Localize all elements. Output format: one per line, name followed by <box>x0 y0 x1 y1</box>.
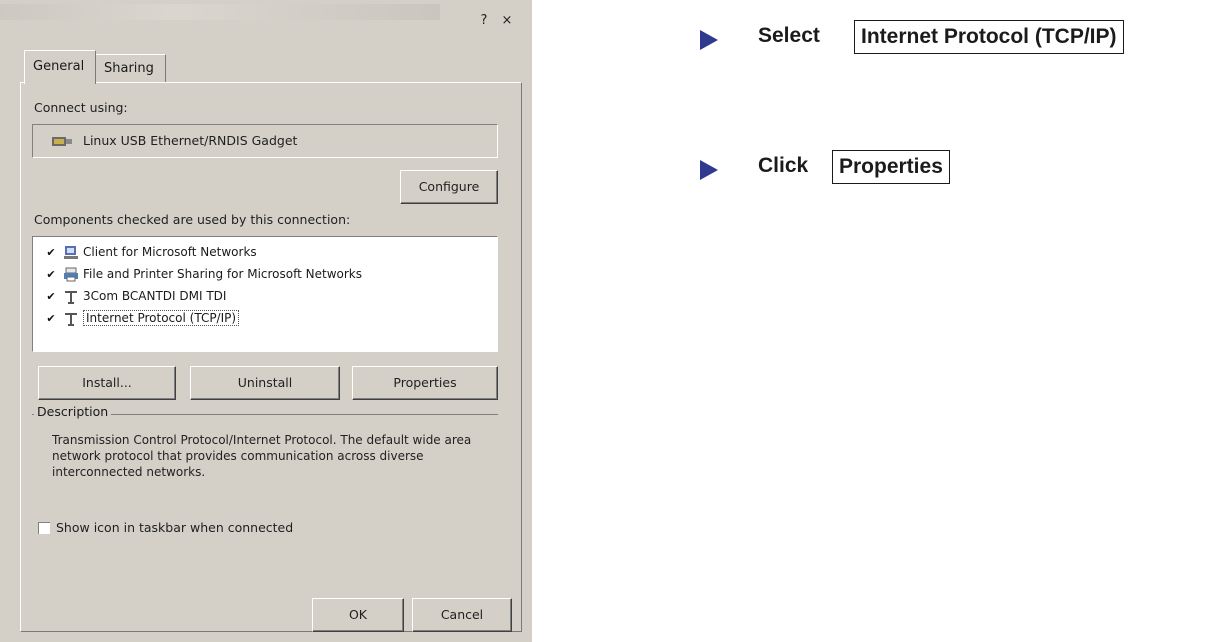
components-label: Components checked are used by this conn… <box>34 212 351 227</box>
list-item[interactable]: ✔ Client for Microsoft Networks <box>45 243 485 263</box>
description-legend: Description <box>34 404 112 419</box>
list-item[interactable]: ✔ 3Com BCANTDI DMI TDI <box>45 287 485 307</box>
properties-button[interactable]: Properties <box>352 366 498 400</box>
show-icon-checkbox[interactable] <box>38 522 50 534</box>
show-icon-label: Show icon in taskbar when connected <box>56 520 294 535</box>
checkbox-checked[interactable]: ✔ <box>45 313 57 325</box>
instruction-target: Properties <box>832 150 950 184</box>
configure-button[interactable]: Configure <box>400 170 498 204</box>
title-bar-strip <box>0 4 440 20</box>
checkbox-checked[interactable]: ✔ <box>45 269 57 281</box>
list-item[interactable]: ✔ File and Printer Sharing for Microsoft… <box>45 265 485 285</box>
instruction-target: Internet Protocol (TCP/IP) <box>854 20 1124 54</box>
arrow-right-icon <box>700 160 718 180</box>
item-label: File and Printer Sharing for Microsoft N… <box>83 267 362 281</box>
list-item-selected[interactable]: ✔ Internet Protocol (TCP/IP) <box>45 309 485 329</box>
instruction-verb: Select <box>758 24 820 47</box>
title-bar: ? × <box>0 0 532 34</box>
checkbox-checked[interactable]: ✔ <box>45 247 57 259</box>
printer-sharing-icon <box>64 267 78 282</box>
cancel-button[interactable]: Cancel <box>412 598 512 632</box>
description-text: Transmission Control Protocol/Internet P… <box>52 433 472 479</box>
adapter-field: Linux USB Ethernet/RNDIS Gadget <box>32 124 498 158</box>
protocol-icon <box>65 291 77 304</box>
tab-general[interactable]: General <box>24 50 96 84</box>
adapter-name: Linux USB Ethernet/RNDIS Gadget <box>83 133 298 148</box>
local-area-connection-properties-dialog: ? × General Sharing Connect using: Linux… <box>0 0 532 642</box>
close-button[interactable]: × <box>497 12 517 30</box>
protocol-icon <box>65 313 77 326</box>
tab-sharing[interactable]: Sharing <box>96 54 166 82</box>
item-label: Internet Protocol (TCP/IP) <box>83 310 240 326</box>
item-label: 3Com BCANTDI DMI TDI <box>83 289 227 303</box>
install-button[interactable]: Install... <box>38 366 176 400</box>
arrow-right-icon <box>700 30 718 50</box>
instruction-verb: Click <box>758 154 809 177</box>
help-button[interactable]: ? <box>474 12 494 30</box>
uninstall-button[interactable]: Uninstall <box>190 366 340 400</box>
client-network-icon <box>64 246 78 259</box>
general-tab-panel <box>20 82 522 632</box>
components-list[interactable]: ✔ Client for Microsoft Networks ✔ File a… <box>32 236 498 352</box>
checkbox-checked[interactable]: ✔ <box>45 291 57 303</box>
network-adapter-icon <box>52 137 72 146</box>
ok-button[interactable]: OK <box>312 598 404 632</box>
connect-using-label: Connect using: <box>34 100 128 115</box>
item-label: Client for Microsoft Networks <box>83 245 257 259</box>
